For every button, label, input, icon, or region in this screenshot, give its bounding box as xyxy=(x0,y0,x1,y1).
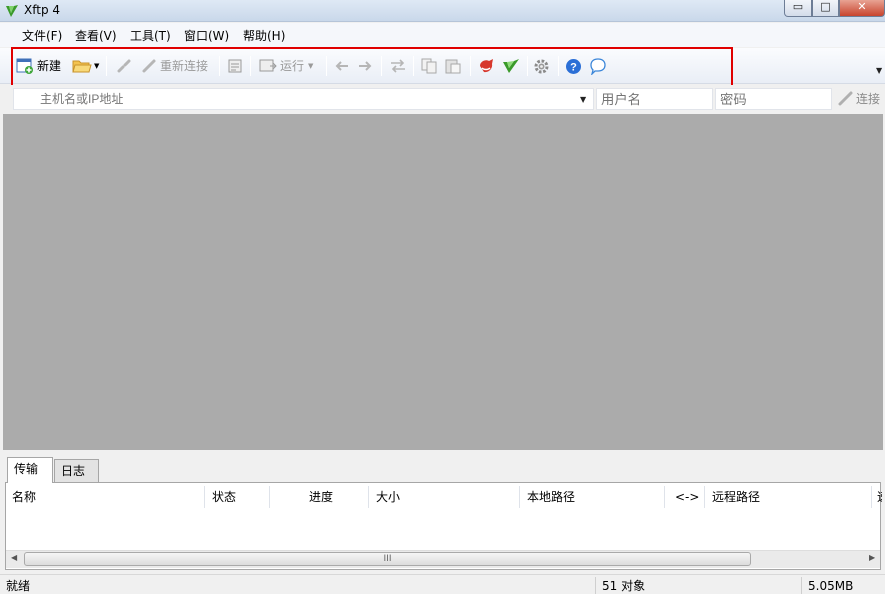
column-header-status[interactable]: 状态 xyxy=(212,486,270,508)
scrollbar-grip: III xyxy=(383,554,392,564)
horizontal-scrollbar[interactable]: ◀ III ▶ xyxy=(6,550,880,568)
status-size: 5.05MB xyxy=(808,579,854,593)
column-header-direction[interactable]: <-> xyxy=(675,486,705,508)
column-header-remote-path[interactable]: 远程路径 xyxy=(712,486,872,508)
status-bar: 就绪 51 对象 5.05MB xyxy=(0,574,885,594)
toolbar-overflow-icon[interactable]: ▼ xyxy=(876,66,882,75)
connect-label: 连接 xyxy=(856,91,881,106)
scroll-left-icon[interactable]: ◀ xyxy=(11,553,17,562)
maximize-button[interactable]: □ xyxy=(812,0,839,17)
column-header-local-path[interactable]: 本地路径 xyxy=(527,486,665,508)
username-input[interactable] xyxy=(596,88,713,110)
status-divider xyxy=(801,577,802,594)
menu-tools[interactable]: 工具(T) xyxy=(130,28,171,44)
column-header-speed[interactable]: 速 xyxy=(877,486,882,508)
column-header-name[interactable]: 名称 xyxy=(12,486,205,508)
window-title: Xftp 4 xyxy=(24,3,61,17)
host-dropdown-icon[interactable]: ▼ xyxy=(580,95,586,104)
minimize-icon: ▭ xyxy=(792,0,804,13)
maximize-icon: □ xyxy=(820,0,831,13)
menu-window[interactable]: 窗口(W) xyxy=(184,28,229,44)
column-header-size[interactable]: 大小 xyxy=(376,486,520,508)
menu-bar: 文件(F) 查看(V) 工具(T) 窗口(W) 帮助(H) xyxy=(0,23,885,47)
scroll-right-icon[interactable]: ▶ xyxy=(869,553,875,562)
status-divider xyxy=(595,577,596,594)
status-object-count: 51 对象 xyxy=(602,579,646,593)
host-input[interactable] xyxy=(13,88,594,110)
minimize-button[interactable]: ▭ xyxy=(784,0,812,17)
menu-file[interactable]: 文件(F) xyxy=(22,28,62,44)
tab-log[interactable]: 日志 xyxy=(54,459,99,483)
password-input[interactable] xyxy=(715,88,832,110)
close-button[interactable]: ✕ xyxy=(839,0,885,17)
session-workspace xyxy=(3,114,883,450)
status-ready: 就绪 xyxy=(6,579,31,593)
connect-icon xyxy=(838,91,853,105)
menu-view[interactable]: 查看(V) xyxy=(75,28,117,44)
column-header-progress[interactable]: 进度 xyxy=(309,486,369,508)
tab-transfer[interactable]: 传输 xyxy=(7,457,53,483)
menu-help[interactable]: 帮助(H) xyxy=(243,28,285,44)
title-bar: Xftp 4 xyxy=(0,0,885,22)
xftp-logo-icon xyxy=(6,5,18,17)
scrollbar-thumb[interactable]: III xyxy=(24,552,751,566)
close-icon: ✕ xyxy=(857,0,867,13)
connect-button[interactable]: 连接 xyxy=(838,89,880,107)
